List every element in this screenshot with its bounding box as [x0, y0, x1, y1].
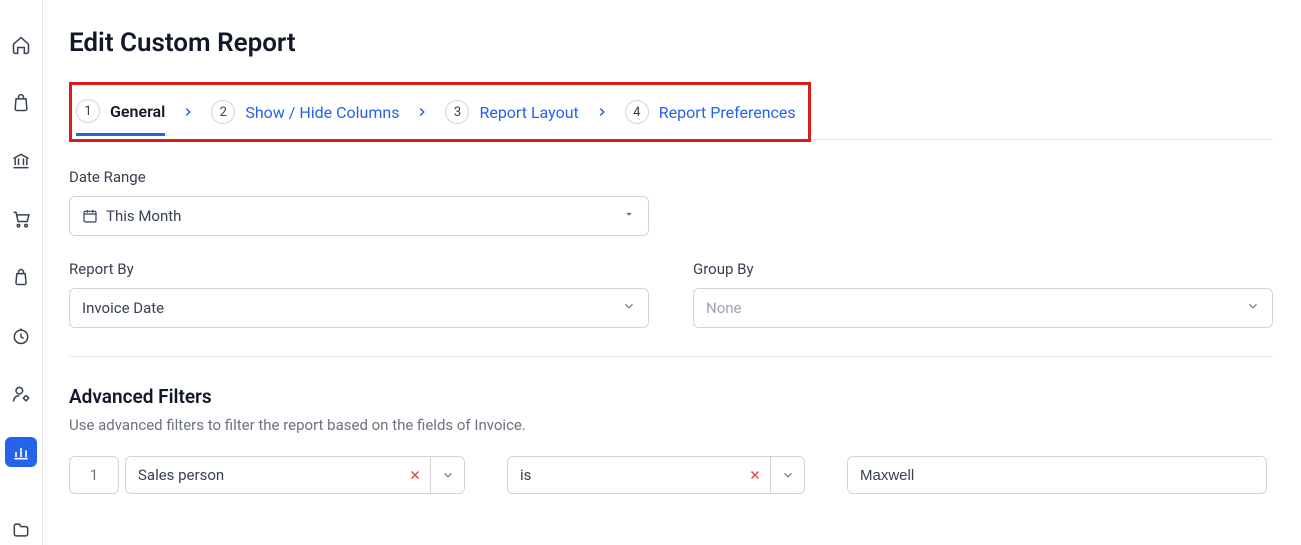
filter-operator-select[interactable]: is: [507, 456, 805, 494]
clear-icon[interactable]: [740, 457, 770, 493]
home-icon: [11, 35, 31, 55]
calendar-icon: [82, 208, 98, 224]
report-by-label: Report By: [69, 260, 649, 278]
filter-field-select[interactable]: Sales person: [125, 456, 465, 494]
chevron-down-icon[interactable]: [770, 457, 804, 493]
step-num-3: 3: [445, 100, 469, 124]
chart-icon: [11, 442, 31, 462]
bag-icon: [11, 93, 31, 113]
chevron-down-icon: [1246, 299, 1260, 317]
wizard-steps: 1 General 2 Show / Hide Columns 3 Report…: [76, 91, 796, 133]
sidebar: [0, 0, 43, 545]
group-by-value: None: [706, 299, 742, 317]
chevron-down-icon: [622, 299, 636, 317]
step-num-1: 1: [76, 99, 100, 123]
step-layout[interactable]: 3 Report Layout: [445, 92, 578, 132]
filter-operator-value: is: [508, 457, 740, 493]
filter-number: 1: [69, 456, 119, 494]
chevron-right-icon: [181, 105, 195, 119]
step-label-layout: Report Layout: [479, 103, 578, 122]
sidebar-cart[interactable]: [5, 204, 37, 234]
date-range-label: Date Range: [69, 168, 1273, 186]
steps-highlight-box: 1 General 2 Show / Hide Columns 3 Report…: [69, 82, 811, 142]
sidebar-reports[interactable]: [5, 437, 37, 467]
caret-down-icon: [622, 207, 636, 225]
step-preferences[interactable]: 4 Report Preferences: [625, 92, 796, 132]
date-range-value: This Month: [106, 207, 181, 225]
report-by-field: Report By Invoice Date: [69, 260, 649, 328]
chevron-right-icon: [595, 105, 609, 119]
step-label-preferences: Report Preferences: [659, 103, 796, 122]
sidebar-time[interactable]: [5, 321, 37, 351]
advanced-filters-title: Advanced Filters: [69, 385, 1273, 408]
shopping-bag-icon: [11, 267, 31, 287]
step-num-4: 4: [625, 100, 649, 124]
sidebar-bank[interactable]: [5, 146, 37, 176]
sidebar-home[interactable]: [5, 30, 37, 60]
step-columns[interactable]: 2 Show / Hide Columns: [211, 92, 399, 132]
sidebar-shopping[interactable]: [5, 262, 37, 292]
group-by-select[interactable]: None: [693, 288, 1273, 328]
group-by-field: Group By None: [693, 260, 1273, 328]
step-num-2: 2: [211, 100, 235, 124]
cart-icon: [11, 209, 31, 229]
step-general[interactable]: 1 General: [76, 91, 165, 136]
clock-icon: [11, 326, 31, 346]
main-content: Edit Custom Report 1 General 2 Show / Hi…: [43, 0, 1301, 545]
user-gear-icon: [11, 384, 31, 404]
report-by-select[interactable]: Invoice Date: [69, 288, 649, 328]
sidebar-user[interactable]: [5, 379, 37, 409]
date-range-field: Date Range This Month: [69, 168, 1273, 236]
group-by-label: Group By: [693, 260, 1273, 278]
filter-row-1: 1 Sales person is: [69, 456, 1273, 494]
section-divider: [69, 356, 1273, 357]
filter-field-value: Sales person: [126, 457, 400, 493]
date-range-select[interactable]: This Month: [69, 196, 649, 236]
sidebar-folder[interactable]: [5, 515, 37, 545]
chevron-right-icon: [415, 105, 429, 119]
bank-icon: [11, 151, 31, 171]
chevron-down-icon[interactable]: [430, 457, 464, 493]
folder-icon: [11, 520, 31, 540]
report-by-value: Invoice Date: [82, 299, 164, 317]
clear-icon[interactable]: [400, 457, 430, 493]
step-label-columns: Show / Hide Columns: [245, 103, 399, 122]
step-label-general: General: [110, 102, 165, 121]
advanced-filters-desc: Use advanced filters to filter the repor…: [69, 416, 1273, 434]
page-title: Edit Custom Report: [69, 28, 1273, 58]
sidebar-bag[interactable]: [5, 88, 37, 118]
filter-value-input[interactable]: [847, 456, 1267, 494]
